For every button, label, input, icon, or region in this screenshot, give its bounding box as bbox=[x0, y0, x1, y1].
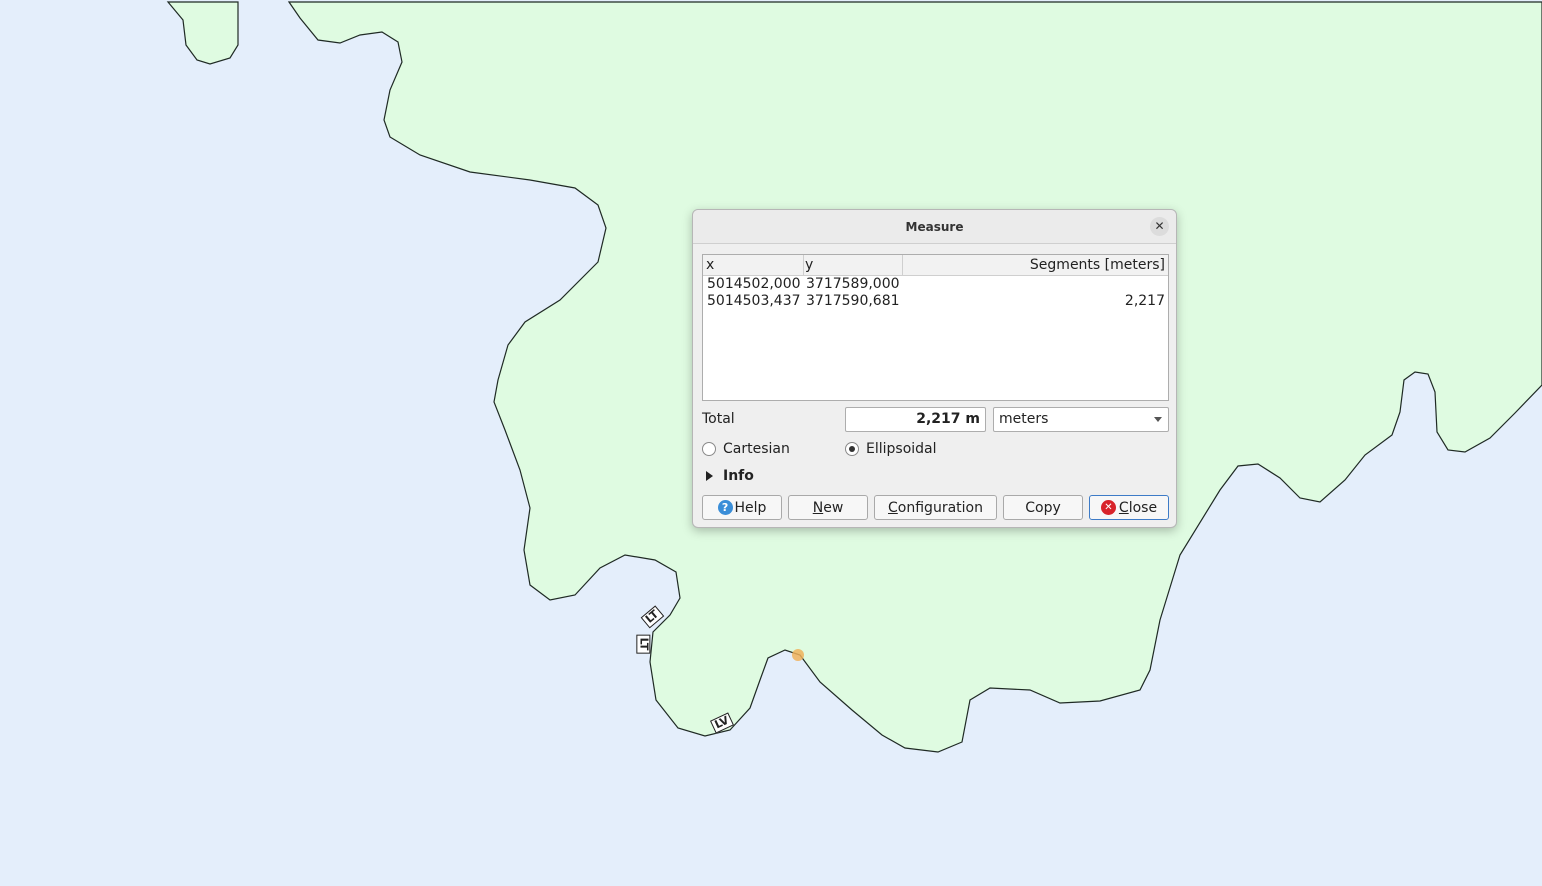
cell-x: 5014502,000 bbox=[707, 276, 801, 292]
triangle-right-icon bbox=[706, 471, 713, 481]
dialog-titlebar[interactable]: Measure ✕ bbox=[693, 210, 1176, 244]
cell-y: 3717590,681 bbox=[806, 293, 900, 309]
info-section-toggle[interactable]: Info bbox=[706, 468, 754, 484]
table-row[interactable]: 5014502,000 3717589,000 bbox=[703, 276, 1168, 293]
cell-x: 5014503,437 bbox=[707, 293, 801, 309]
radio-button[interactable] bbox=[702, 442, 716, 456]
radio-label: Cartesian bbox=[723, 441, 790, 457]
close-icon[interactable]: ✕ bbox=[1150, 217, 1169, 236]
help-label: Help bbox=[734, 499, 767, 516]
copy-button[interactable]: Copy bbox=[1003, 495, 1083, 520]
new-label: ew bbox=[823, 499, 844, 516]
new-button[interactable]: New bbox=[788, 495, 868, 520]
units-dropdown[interactable]: meters bbox=[993, 407, 1169, 432]
radio-button-checked[interactable] bbox=[845, 442, 859, 456]
total-label: Total bbox=[702, 411, 735, 427]
new-mnemonic: N bbox=[812, 499, 824, 516]
configuration-label: onfiguration bbox=[897, 499, 983, 516]
configuration-mnemonic: C bbox=[888, 499, 898, 516]
table-header: x y Segments [meters] bbox=[703, 255, 1168, 276]
chevron-down-icon bbox=[1154, 417, 1162, 422]
configuration-button[interactable]: Configuration bbox=[874, 495, 997, 520]
close-mnemonic: C bbox=[1118, 499, 1129, 516]
help-icon: ? bbox=[717, 500, 733, 515]
radio-cartesian[interactable]: Cartesian bbox=[702, 441, 790, 457]
cell-segment: 2,217 bbox=[1124, 293, 1165, 309]
table-row[interactable]: 5014503,437 3717590,681 2,217 bbox=[703, 293, 1168, 310]
total-value-field[interactable]: 2,217 m bbox=[845, 407, 986, 432]
close-label: lose bbox=[1128, 499, 1158, 516]
units-selected: meters bbox=[999, 411, 1049, 427]
road-label: LT bbox=[636, 634, 651, 654]
close-circle-icon: ✕ bbox=[1100, 500, 1116, 515]
column-header-y[interactable]: y bbox=[805, 257, 813, 273]
radio-label: Ellipsoidal bbox=[866, 441, 937, 457]
info-label: Info bbox=[723, 468, 754, 484]
coordinates-table[interactable]: x y Segments [meters] 5014502,000 371758… bbox=[702, 254, 1169, 401]
dialog-title: Measure bbox=[905, 220, 964, 234]
measure-dialog[interactable]: Measure ✕ x y Segments [meters] 5014502,… bbox=[692, 209, 1177, 528]
cell-y: 3717589,000 bbox=[806, 276, 900, 292]
column-header-segments[interactable]: Segments [meters] bbox=[1030, 257, 1165, 273]
help-button[interactable]: ? Help bbox=[702, 495, 782, 520]
copy-label: Copy bbox=[1025, 499, 1061, 516]
column-header-x[interactable]: x bbox=[706, 257, 714, 273]
vertex-marker bbox=[792, 649, 804, 661]
radio-ellipsoidal[interactable]: Ellipsoidal bbox=[845, 441, 937, 457]
close-button[interactable]: ✕ Close bbox=[1089, 495, 1169, 520]
